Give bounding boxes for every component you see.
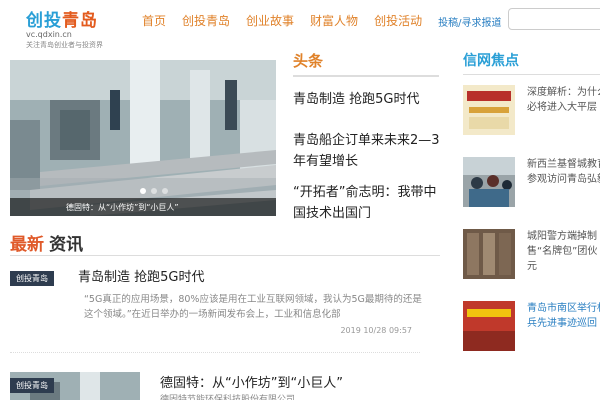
focus-item[interactable]: 深度解析：为什么必将进入大平层 [463, 85, 600, 147]
nav-vc-qingdao[interactable]: 创投青岛 [182, 12, 230, 29]
site-header: 创投青岛 vc.qdxin.cn 关注青岛创业者与投资界 首页 创投青岛 创业故… [0, 0, 600, 49]
site-logo[interactable]: 创投青岛 vc.qdxin.cn 关注青岛创业者与投资界 [26, 6, 103, 50]
headline-slider[interactable]: 德固特：从“小作坊”到“小巨人” [10, 60, 276, 216]
search-input[interactable] [508, 8, 600, 30]
main-nav: 首页 创投青岛 创业故事 财富人物 创投活动 投稿/寻求报道 [142, 12, 501, 29]
news-tag[interactable]: 创投青岛 [10, 271, 54, 286]
news-summary: 德固特节能环保科技股份有限公司…… [160, 395, 314, 400]
nav-home[interactable]: 首页 [142, 12, 166, 29]
focus-item[interactable]: 城阳警方端掉制售“名牌包”团伙元 [463, 229, 600, 291]
logo-title: 创投青岛 [26, 11, 98, 31]
slider-dot[interactable] [151, 188, 157, 194]
news-date: 2019 10/28 09:57 [340, 326, 412, 335]
slider-caption[interactable]: 德固特：从“小作坊”到“小巨人” [10, 198, 276, 216]
news-title[interactable]: 德固特：从“小作坊”到“小巨人” [160, 372, 343, 391]
focus-thumbnail [463, 229, 515, 279]
nav-vc-events[interactable]: 创投活动 [374, 12, 422, 29]
news-item[interactable]: 创投青岛 青岛制造 抢跑5G时代 “5G真正的应用场景，80%应该是用在工业互联… [10, 266, 422, 346]
focus-text[interactable]: 新西兰基督城教育参观访问青岛弘毅 [527, 157, 600, 187]
focus-text[interactable]: 城阳警方端掉制售“名牌包”团伙元 [527, 229, 600, 274]
nav-wealth-people[interactable]: 财富人物 [310, 12, 358, 29]
headlines-title: 头条 [293, 50, 439, 77]
focus-text[interactable]: 深度解析：为什么必将进入大平层 [527, 85, 600, 115]
news-summary: “5G真正的应用场景，80%应该是用在工业互联网领域，我认为5G最期待的还是这个… [84, 294, 422, 320]
latest-title-a: 最新 [10, 235, 44, 255]
focus-section: 信网焦点 深度解析：为什么必将进入大平层 新西兰基督城教育参观访问青岛弘毅 城阳… [463, 50, 600, 363]
focus-thumbnail [463, 157, 515, 207]
nav-submit-story[interactable]: 投稿/寻求报道 [438, 14, 501, 29]
focus-title: 信网焦点 [463, 50, 600, 75]
slider-dot[interactable] [140, 188, 146, 194]
focus-item[interactable]: 新西兰基督城教育参观访问青岛弘毅 [463, 157, 600, 219]
logo-url: vc.qdxin.cn [26, 30, 72, 39]
slider-dots [140, 188, 168, 194]
headline-link[interactable]: 青岛船企订单来未来2—3年有望增长 [293, 130, 443, 172]
focus-text[interactable]: 青岛市南区举行标兵先进事迹巡回 [527, 301, 600, 331]
slider-dot[interactable] [162, 188, 168, 194]
nav-startup-stories[interactable]: 创业故事 [246, 12, 294, 29]
news-title[interactable]: 青岛制造 抢跑5G时代 [78, 266, 204, 285]
news-divider [10, 352, 420, 353]
headline-link[interactable]: “开拓者”俞志明：我带中国技术出国门 [293, 182, 443, 224]
news-tag-wrap: 创投青岛 [10, 373, 54, 393]
latest-news-header: 最新 资讯 [10, 230, 440, 256]
focus-thumbnail [463, 85, 515, 135]
latest-title-b: 资讯 [49, 235, 84, 255]
focus-item[interactable]: 青岛市南区举行标兵先进事迹巡回 [463, 301, 600, 363]
logo-subtitle: 关注青岛创业者与投资界 [26, 41, 103, 49]
headline-link[interactable]: 青岛制造 抢跑5G时代 [293, 89, 443, 110]
focus-thumbnail [463, 301, 515, 351]
news-tag[interactable]: 创投青岛 [10, 378, 54, 393]
headlines-section: 头条 青岛制造 抢跑5G时代 青岛船企订单来未来2—3年有望增长 “开拓者”俞志… [293, 50, 443, 224]
